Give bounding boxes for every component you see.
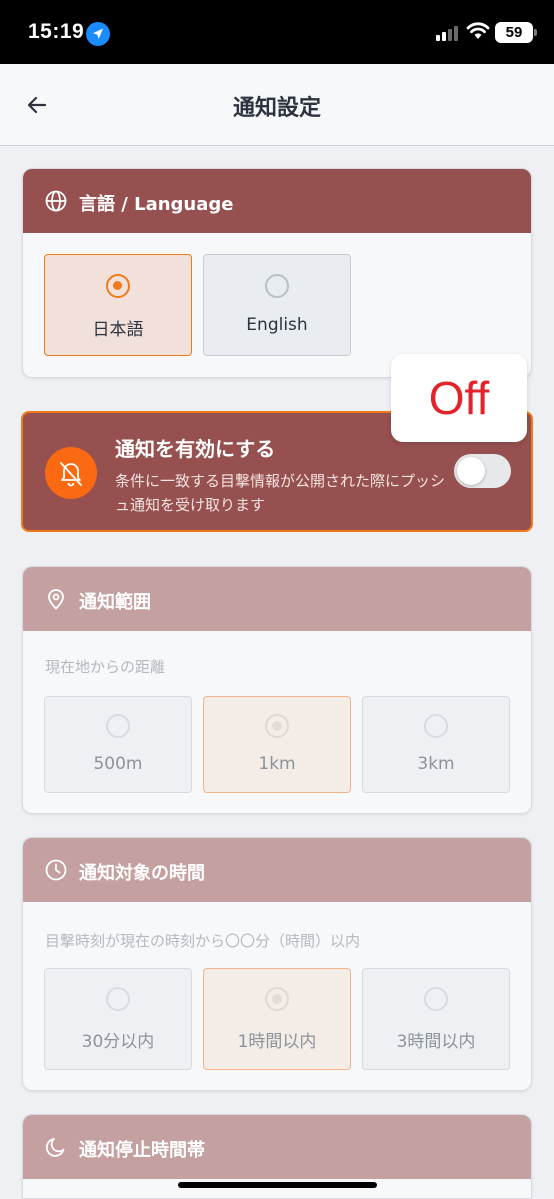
location-arrow-icon	[86, 22, 110, 46]
moon-icon	[45, 1138, 65, 1157]
option-label: 日本語	[92, 320, 144, 340]
radio-selected	[265, 714, 289, 738]
clock-icon	[45, 859, 67, 881]
option-label: 3km	[417, 754, 455, 774]
status-time: 15:19	[28, 20, 85, 43]
bell-off-icon-badge	[45, 447, 97, 499]
quiet-hours-card-title: 通知停止時間帯	[79, 1140, 205, 1161]
language-card-title: 言語 / Language	[79, 194, 234, 215]
off-state-label: Off	[391, 354, 527, 442]
notification-toggle[interactable]	[454, 454, 511, 488]
page-title: 通知設定	[232, 96, 321, 121]
time-option-1hour[interactable]: 1時間以内	[203, 968, 351, 1070]
radio-selected	[106, 274, 130, 298]
range-option-3km[interactable]: 3km	[362, 696, 510, 793]
radio-unselected	[106, 987, 130, 1011]
time-option-3hours[interactable]: 3時間以内	[362, 968, 510, 1070]
language-card-header: 言語 / Language	[23, 169, 531, 233]
language-card: 言語 / Language 日本語 English	[22, 168, 532, 378]
option-label: 500m	[93, 754, 143, 774]
battery-tip	[534, 29, 537, 36]
quiet-hours-card-header: 通知停止時間帯	[23, 1115, 531, 1179]
option-label: English	[246, 315, 308, 335]
home-indicator[interactable]	[178, 1182, 377, 1188]
radio-unselected	[424, 987, 448, 1011]
range-option-1km[interactable]: 1km	[203, 696, 351, 793]
time-window-card-title: 通知対象の時間	[79, 863, 205, 884]
time-window-card: 通知対象の時間 目撃時刻が現在の時刻から〇〇分（時間）以内 30分以内 1時間以…	[22, 837, 532, 1091]
status-bar: 15:19 59	[0, 0, 554, 64]
option-label: 30分以内	[81, 1032, 155, 1052]
map-pin-icon	[48, 589, 64, 610]
range-card-header: 通知範囲	[23, 567, 531, 631]
range-subtitle: 現在地からの距離	[45, 658, 166, 676]
option-label: 3時間以内	[396, 1032, 476, 1052]
page-header: 通知設定	[0, 64, 554, 146]
range-option-500m[interactable]: 500m	[44, 696, 192, 793]
notification-description: 条件に一致する目撃情報が公開された際にプッシュ通知を受け取ります	[115, 472, 446, 514]
globe-icon	[45, 190, 67, 212]
option-label: 1時間以内	[237, 1032, 317, 1052]
range-card-title: 通知範囲	[79, 592, 151, 613]
radio-unselected	[265, 274, 289, 298]
toggle-knob	[457, 457, 485, 485]
time-window-subtitle: 目撃時刻が現在の時刻から〇〇分（時間）以内	[45, 932, 361, 950]
notification-title: 通知を有効にする	[115, 437, 276, 461]
language-option-japanese[interactable]: 日本語	[44, 254, 192, 356]
option-label: 1km	[258, 754, 296, 774]
battery-indicator: 59	[495, 22, 533, 43]
radio-selected	[265, 987, 289, 1011]
wifi-icon	[466, 22, 490, 39]
cellular-signal-icon	[436, 26, 458, 41]
time-window-card-header: 通知対象の時間	[23, 838, 531, 902]
radio-unselected	[424, 714, 448, 738]
range-card: 通知範囲 現在地からの距離 500m 1km 3km	[22, 566, 532, 814]
radio-unselected	[106, 714, 130, 738]
time-option-30min[interactable]: 30分以内	[44, 968, 192, 1070]
bell-off-icon	[60, 462, 82, 487]
language-option-english[interactable]: English	[203, 254, 351, 356]
